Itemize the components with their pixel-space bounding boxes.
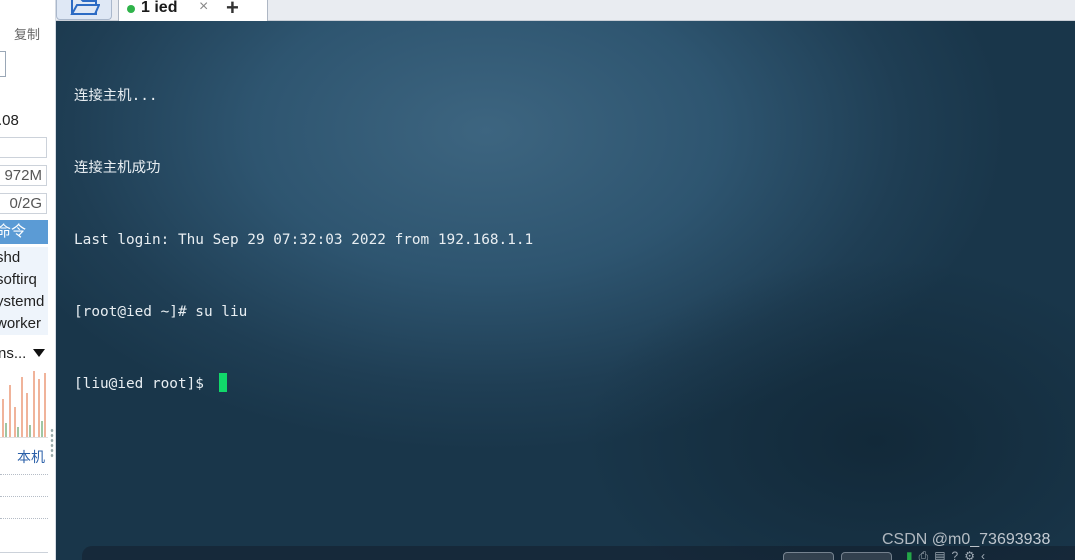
terminal-line: [root@ied ~]# su liu: [74, 304, 248, 320]
signal-icon: ▮: [906, 549, 919, 560]
toolbar-button[interactable]: [783, 552, 834, 560]
tab-session-ied[interactable]: 1 ied ×: [118, 0, 268, 22]
process-name: worker: [0, 315, 42, 332]
divider: [0, 496, 48, 497]
network-interface-label: ns...: [0, 345, 27, 362]
process-table-header[interactable]: 命令: [0, 220, 48, 244]
app-window: 复制 .08 972M 0/2G 命令 shd softirq ystemd w…: [0, 0, 1075, 560]
divider: [0, 474, 48, 475]
copy-button[interactable]: 复制: [14, 24, 40, 43]
process-row[interactable]: softirq: [0, 269, 48, 291]
terminal-output: 连接主机... 连接主机成功 Last login: Thu Sep 29 07…: [74, 36, 533, 444]
network-interface-dropdown[interactable]: ns...: [0, 345, 48, 365]
process-row[interactable]: shd: [0, 247, 48, 269]
close-icon[interactable]: ×: [199, 0, 208, 16]
connected-status-icon: [127, 5, 135, 13]
sidebar-footer: [0, 552, 48, 560]
terminal-prompt: [liu@ied root]$: [74, 376, 213, 392]
process-name: shd: [0, 249, 21, 266]
watermark: CSDN @m0_73693938: [882, 531, 1051, 548]
toolbar-icons[interactable]: ▮⎙▤?⚙‹: [906, 549, 991, 560]
process-command-header: 命令: [0, 223, 27, 240]
load-value: .08: [0, 112, 19, 129]
terminal-line: 连接主机成功: [74, 160, 161, 176]
cpu-field: [0, 137, 47, 158]
ip-field[interactable]: [0, 51, 6, 77]
divider: [0, 518, 48, 519]
folder-icon: [70, 0, 100, 15]
session-tab-bar: 1 ied × +: [56, 0, 1075, 22]
local-tab[interactable]: 本机: [17, 447, 45, 467]
terminal-cursor: [218, 373, 227, 392]
toolbar-button[interactable]: [841, 552, 892, 560]
open-folder-button[interactable]: [56, 0, 112, 20]
swap-field: 0/2G: [0, 193, 47, 214]
terminal-line: Last login: Thu Sep 29 07:32:03 2022 fro…: [74, 232, 534, 248]
process-name: softirq: [0, 271, 37, 288]
network-traffic-graph: [0, 366, 48, 438]
resize-handle[interactable]: [50, 428, 54, 458]
process-name: ystemd: [0, 293, 45, 310]
caret-down-icon: [33, 349, 45, 357]
memory-field: 972M: [0, 165, 47, 186]
terminal-line: 连接主机...: [74, 88, 158, 104]
add-tab-button[interactable]: +: [226, 0, 239, 21]
process-row[interactable]: ystemd: [0, 291, 48, 313]
terminal-prompt-line[interactable]: [liu@ied root]$: [74, 372, 533, 396]
terminal-view[interactable]: 连接主机... 连接主机成功 Last login: Thu Sep 29 07…: [56, 21, 1075, 560]
process-row[interactable]: worker: [0, 313, 48, 335]
tab-label: 1 ied: [141, 0, 178, 16]
sidebar: 复制 .08 972M 0/2G 命令 shd softirq ystemd w…: [0, 0, 56, 560]
